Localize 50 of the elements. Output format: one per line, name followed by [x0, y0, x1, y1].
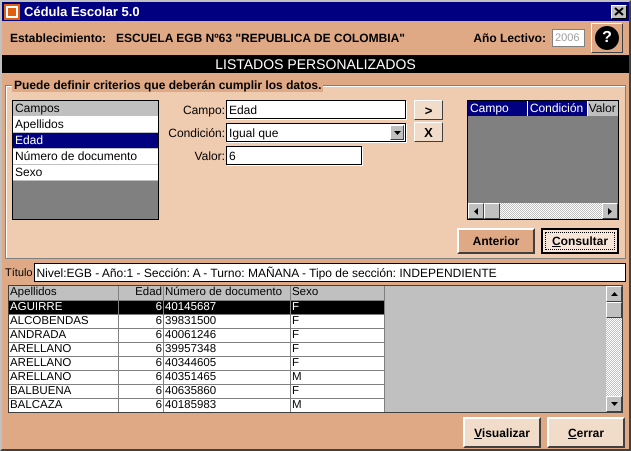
down-arrow-icon[interactable] [610, 402, 618, 406]
footer-button[interactable]: Visualizar [463, 417, 541, 448]
year-label: Año Lectivo: [473, 31, 546, 45]
column-header: Campo [468, 101, 528, 116]
field-input[interactable]: Edad [226, 100, 406, 119]
horizontal-scrollbar[interactable] [468, 203, 618, 219]
scroll-thumb[interactable] [484, 203, 500, 219]
column-header: Valor [588, 101, 618, 116]
title-label: Título [5, 266, 33, 278]
up-arrow-icon[interactable] [610, 292, 618, 296]
list-item[interactable]: Sexo [13, 165, 158, 181]
establishment-label: Establecimiento: [10, 31, 106, 45]
right-arrow-icon[interactable] [608, 208, 612, 214]
scroll-thumb[interactable] [606, 302, 622, 318]
table-row[interactable]: BALBUENA 6 40635860 F [9, 385, 385, 399]
value-input[interactable]: 6 [226, 146, 362, 165]
group-legend: Puede definir criterios que deberán cumplir los datos. [12, 78, 324, 92]
title-input[interactable]: Nivel:EGB - Año:1 - Sección: A - Turno: MAÑANA - Tipo de sección: INDEPENDIENTE [34, 263, 626, 282]
footer-button[interactable]: Cerrar [547, 417, 625, 448]
list-header: Campos [13, 101, 158, 117]
left-arrow-icon[interactable] [474, 208, 478, 214]
table-row[interactable]: ALCOBENDAS 6 39831500 F [9, 315, 385, 329]
table-row[interactable]: AGUIRRE 6 40145687 F [9, 301, 385, 315]
list-item[interactable]: Edad [13, 133, 158, 149]
add-button[interactable]: > [414, 100, 443, 120]
table-cell: 6 [119, 399, 164, 412]
table-cell: BALCAZA [9, 399, 119, 412]
table-row[interactable]: ARELLANO 6 40351465 M [9, 371, 385, 385]
table-cell: 40185983 [164, 399, 291, 412]
app-logo-icon [4, 4, 20, 20]
window-title: Cédula Escolar 5.0 [24, 4, 141, 19]
table-row[interactable]: ARELLANO 6 40344605 F [9, 357, 385, 371]
action-button[interactable]: Anterior [457, 228, 535, 254]
vertical-scrollbar[interactable] [606, 286, 622, 412]
table-row[interactable]: ARELLANO 6 39957348 F [9, 343, 385, 357]
table-row[interactable]: BALCAZA 6 40185983 M [9, 399, 385, 412]
section-banner: LISTADOS PERSONALIZADOS [2, 55, 629, 73]
condition-label: Condición: [167, 126, 226, 140]
condition-dropdown[interactable]: Igual que [226, 123, 406, 142]
field-label: Campo: [182, 102, 226, 116]
school-name: ESCUELA EGB Nº63 "REPUBLICA DE COLOMBIA" [116, 31, 405, 45]
table-cell: M [291, 399, 385, 412]
list-item[interactable]: Apellidos [13, 117, 158, 133]
action-button[interactable]: Consultar [541, 228, 619, 254]
close-button[interactable] [611, 4, 627, 18]
remove-button[interactable]: X [414, 122, 443, 142]
list-item[interactable]: Número de documento [13, 149, 158, 165]
value-label: Valor: [194, 148, 226, 162]
table-row[interactable]: ANDRADA 6 40061246 F [9, 329, 385, 343]
help-button[interactable]: ? [591, 23, 623, 53]
